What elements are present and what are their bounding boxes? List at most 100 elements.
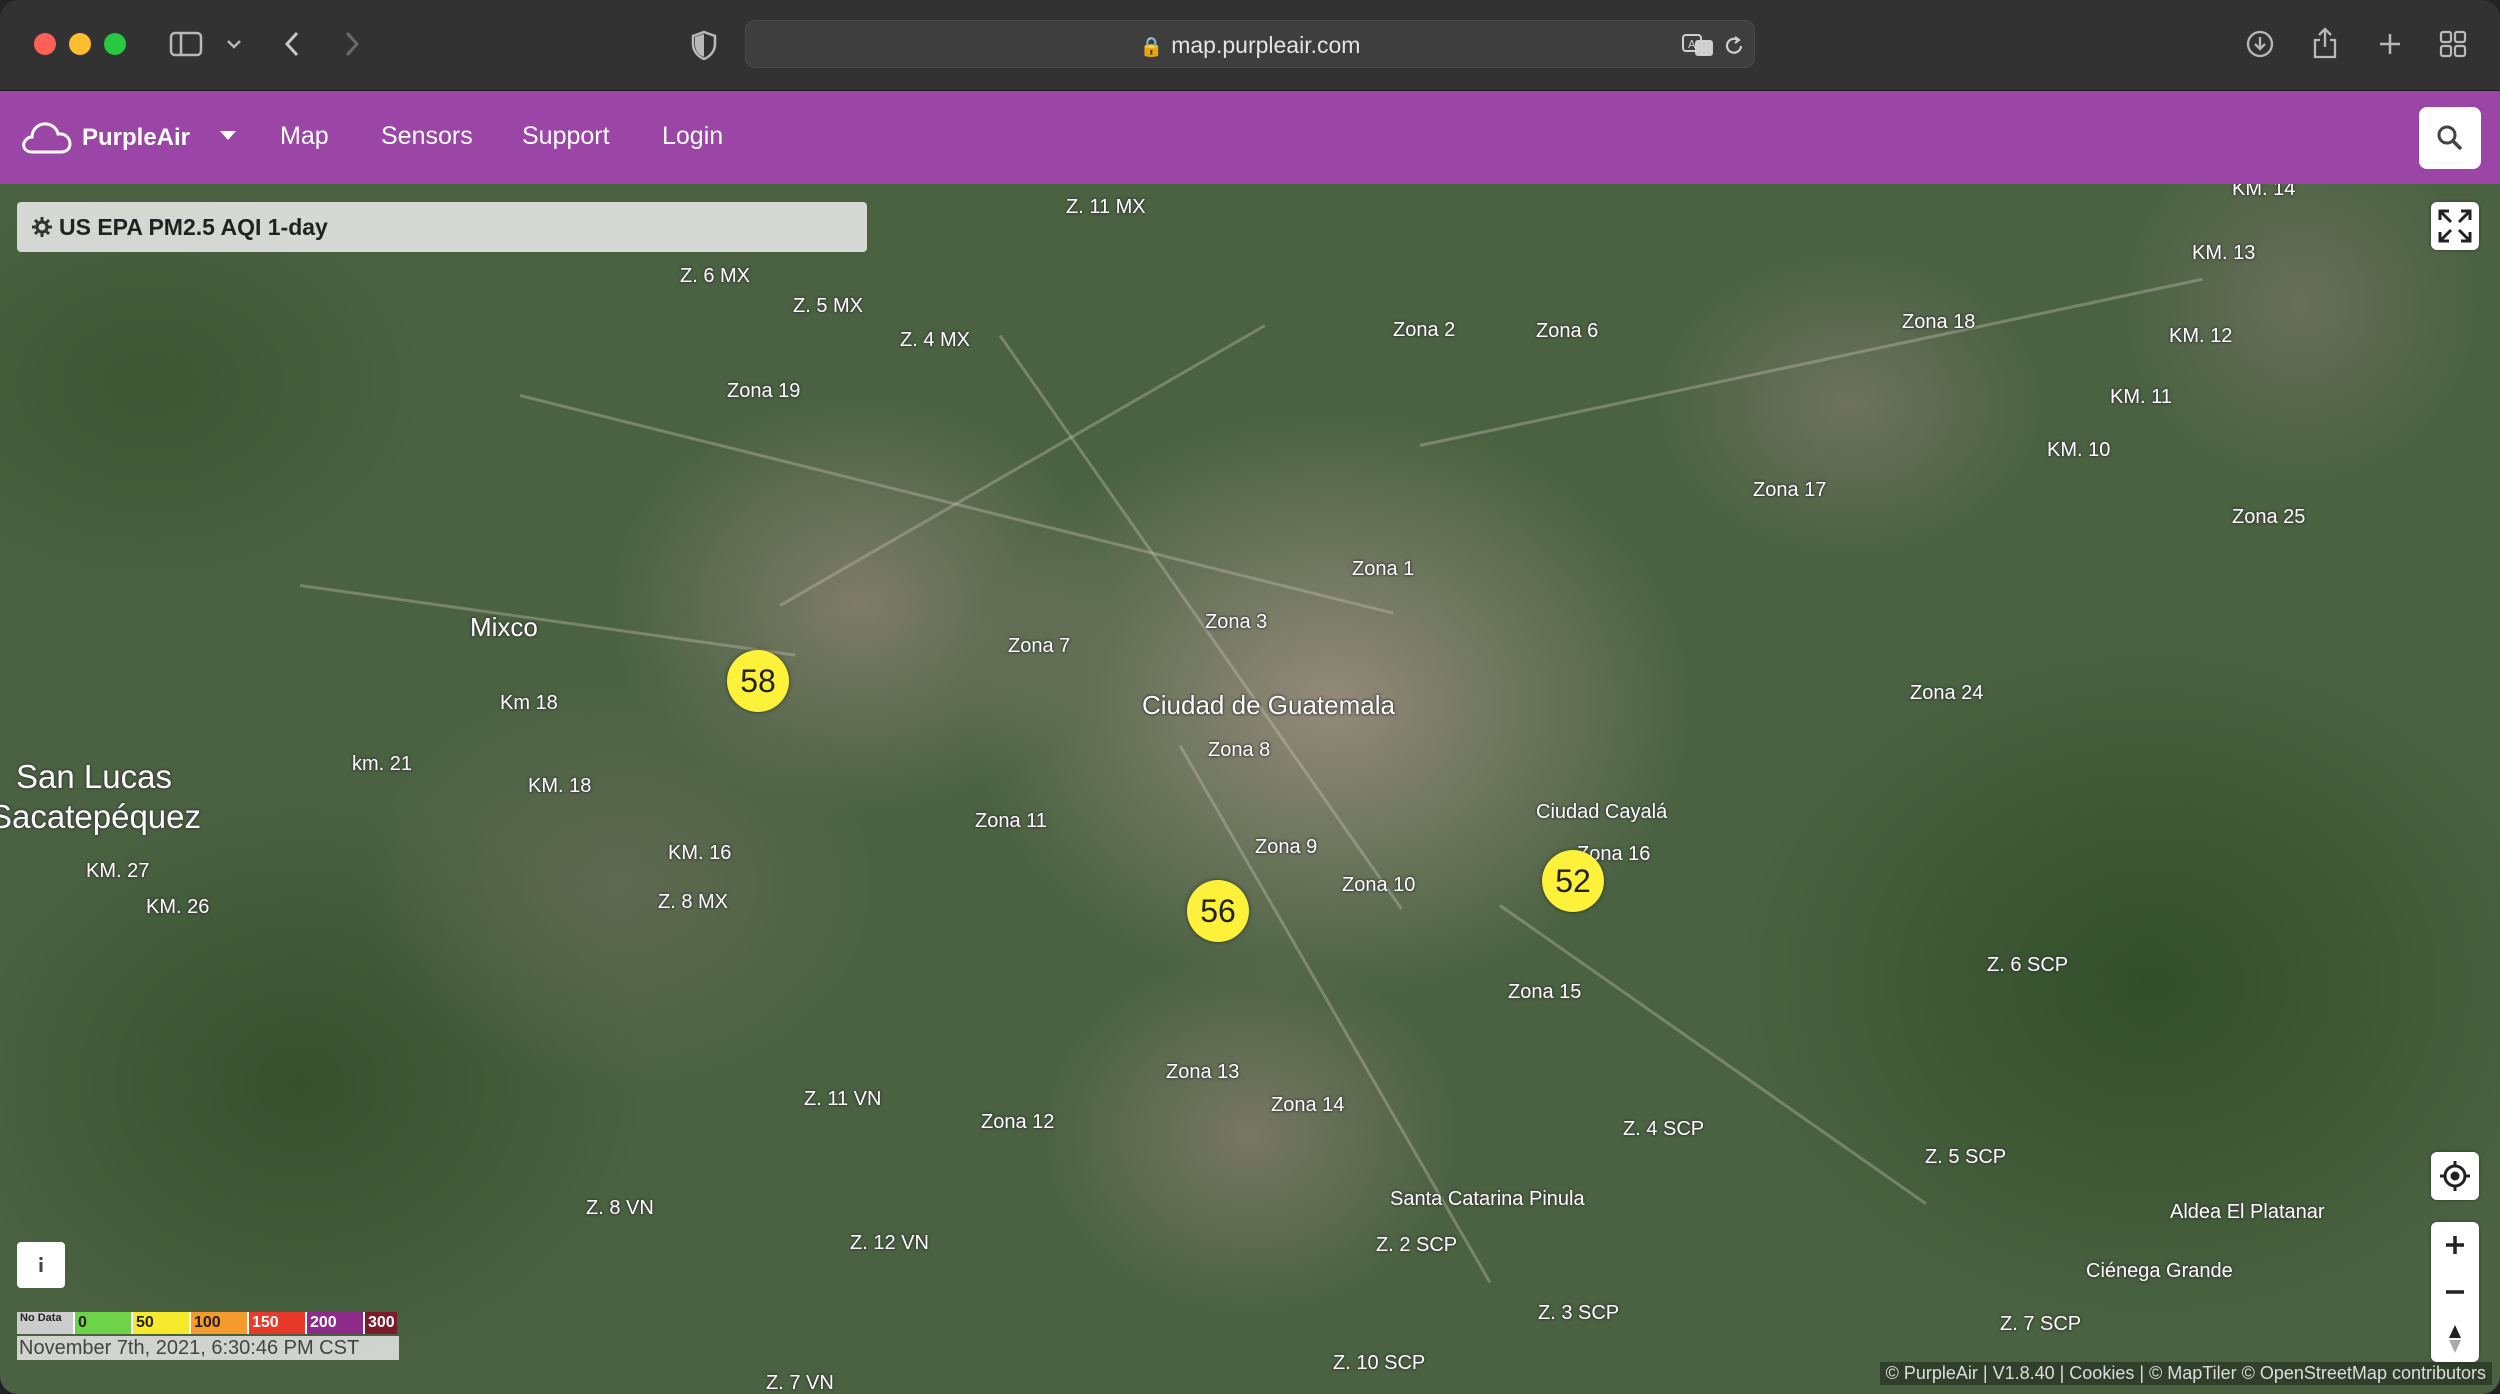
share-icon[interactable] (2310, 24, 2340, 62)
fullscreen-button[interactable] (2431, 202, 2479, 250)
search-button[interactable] (2419, 107, 2481, 169)
place-label: Z. 8 VN (586, 1197, 654, 1219)
legend-step: 300 (363, 1312, 397, 1334)
place-label: Ciudad Cayalá (1536, 801, 1668, 823)
browser-window: 🔒 map.purpleair.com A PurpleAir Map Sens… (0, 0, 2500, 1394)
place-label: Zona 12 (981, 1111, 1055, 1133)
road (1499, 904, 1927, 1205)
brand-name: PurpleAir (82, 124, 191, 151)
legend-step: 100 (189, 1312, 247, 1334)
nav-link-support[interactable]: Support (522, 122, 610, 151)
legend-step: 0 (73, 1312, 131, 1334)
legend-step: 50 (131, 1312, 189, 1334)
chevron-down-icon[interactable] (224, 36, 244, 52)
locate-button[interactable] (2431, 1152, 2479, 1200)
sensor-marker[interactable]: 58 (727, 650, 789, 712)
place-label: Zona 3 (1205, 611, 1268, 633)
place-label: Zona 19 (727, 380, 801, 402)
place-label: KM. 27 (86, 860, 150, 882)
place-label: Z. 2 SCP (1376, 1234, 1458, 1256)
sensor-marker[interactable]: 56 (1187, 880, 1249, 942)
zoom-in-button[interactable] (2431, 1222, 2479, 1268)
map-canvas[interactable]: US EPA PM2.5 AQI 1-day Z. 11 MX KM. 14 Z… (0, 184, 2500, 1394)
place-label: Km 18 (500, 692, 558, 714)
shield-icon[interactable] (688, 28, 720, 62)
crosshair-icon (2440, 1161, 2470, 1191)
place-label: Z. 11 VN (804, 1088, 882, 1110)
place-label: Z. 12 VN (850, 1232, 929, 1254)
place-label: Z. 4 SCP (1623, 1118, 1705, 1140)
site-navbar: PurpleAir Map Sensors Support Login (0, 91, 2500, 184)
brand-logo[interactable]: PurpleAir (20, 115, 190, 161)
place-label: KM. 12 (2169, 325, 2233, 347)
place-label: Sacatepéquez (0, 798, 202, 835)
place-label: km. 21 (352, 753, 413, 775)
tab-overview-icon[interactable] (2438, 29, 2468, 59)
maximize-window-button[interactable] (104, 33, 126, 55)
place-label: Zona 25 (2232, 506, 2306, 528)
place-label: Z. 4 MX (900, 329, 971, 351)
zoom-out-button[interactable] (2431, 1269, 2479, 1315)
nav-link-login[interactable]: Login (662, 122, 723, 151)
nav-link-sensors[interactable]: Sensors (381, 122, 473, 151)
place-label: Mixco (470, 612, 538, 642)
minus-icon (2446, 1290, 2464, 1294)
address-bar[interactable]: 🔒 map.purpleair.com A (745, 20, 1755, 68)
place-label: Z. 5 MX (793, 295, 864, 317)
place-label: KM. 10 (2047, 439, 2111, 461)
sensor-marker[interactable]: 52 (1542, 850, 1604, 912)
place-label: Zona 13 (1166, 1061, 1240, 1083)
nav-link-map[interactable]: Map (280, 122, 329, 151)
gear-icon (32, 217, 52, 237)
caret-down-icon[interactable] (220, 131, 236, 140)
place-label: Z. 8 MX (658, 891, 729, 913)
reset-bearing-button[interactable] (2431, 1316, 2479, 1362)
back-icon[interactable] (280, 28, 304, 60)
place-label: Zona 8 (1208, 739, 1271, 761)
place-label: Zona 6 (1536, 320, 1599, 342)
place-label: Zona 15 (1508, 981, 1582, 1003)
place-label: Z. 6 MX (680, 265, 751, 287)
place-label: Ciénega Grande (2086, 1260, 2233, 1282)
place-label: Ciudad de Guatemala (1142, 690, 1395, 720)
place-label: Santa Catarina Pinula (1390, 1188, 1585, 1210)
layer-label: US EPA PM2.5 AQI 1-day (59, 213, 328, 240)
legend-step: 150 (247, 1312, 305, 1334)
map-attribution[interactable]: © PurpleAir | V1.8.40 | Cookies | © MapT… (1879, 1362, 2492, 1385)
place-label: Zona 11 (975, 810, 1047, 832)
minimize-window-button[interactable] (69, 33, 91, 55)
close-window-button[interactable] (34, 33, 56, 55)
road (1419, 277, 2203, 447)
place-label: KM. 16 (668, 842, 732, 864)
lock-icon: 🔒 (1139, 37, 1164, 58)
data-timestamp: November 7th, 2021, 6:30:46 PM CST (17, 1336, 399, 1360)
place-label: Z. 11 MX (1066, 196, 1146, 218)
place-label: Zona 14 (1271, 1094, 1345, 1116)
legend-toggle-button[interactable] (17, 1242, 65, 1288)
place-label: Z. 6 SCP (1987, 954, 2069, 976)
reload-icon[interactable] (1721, 33, 1747, 59)
place-label: Aldea El Platanar (2170, 1201, 2325, 1223)
legend-no-data: No Data (17, 1312, 73, 1334)
place-label: KM. 18 (528, 775, 592, 797)
place-label: Zona 24 (1910, 682, 1984, 704)
place-label: KM. 14 (2232, 184, 2296, 200)
legend-step: 200 (305, 1312, 363, 1334)
translate-icon[interactable]: A (1681, 31, 1715, 59)
sidebar-icon[interactable] (168, 30, 204, 58)
cloud-icon (22, 122, 72, 154)
place-label: Zona 2 (1393, 319, 1456, 341)
new-tab-icon[interactable] (2376, 30, 2404, 58)
place-label: Zona 1 (1352, 558, 1415, 580)
place-label: Z. 5 SCP (1925, 1146, 2007, 1168)
place-label: Z. 7 SCP (2000, 1313, 2082, 1335)
place-label: KM. 11 (2110, 386, 2172, 408)
place-label: Zona 17 (1753, 479, 1827, 501)
zoom-controls (2431, 1222, 2479, 1362)
compass-icon (2449, 1325, 2461, 1353)
download-icon[interactable] (2244, 28, 2276, 60)
forward-icon[interactable] (340, 28, 364, 60)
place-label: Zona 7 (1008, 635, 1071, 657)
place-label: Z. 10 SCP (1333, 1352, 1426, 1374)
layer-selector[interactable]: US EPA PM2.5 AQI 1-day (17, 202, 867, 252)
